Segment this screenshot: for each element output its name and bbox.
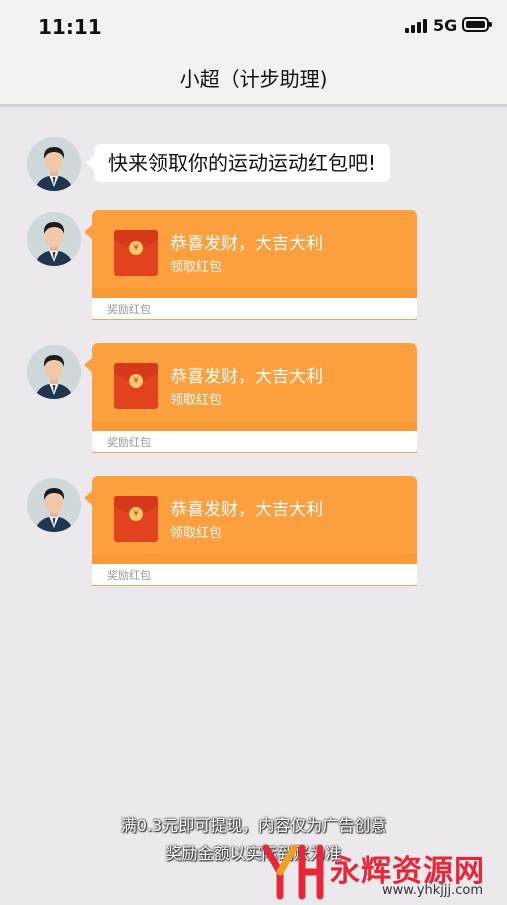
status-time: 11:11 bbox=[38, 15, 102, 39]
red-envelope-card[interactable]: ¥ 恭喜发财，大吉大利 领取红包 奖励红包 bbox=[84, 343, 417, 453]
page-title: 小超（计步助理) bbox=[179, 67, 328, 91]
envelope-body: ¥ 恭喜发财，大吉大利 领取红包 bbox=[84, 476, 417, 564]
envelope-title: 恭喜发财，大吉大利 bbox=[170, 367, 323, 387]
envelope-footer: 奖励红包 bbox=[107, 569, 151, 582]
red-envelope-icon: ¥ bbox=[114, 230, 158, 276]
red-envelope-card[interactable]: ¥ 恭喜发财，大吉大利 领取红包 奖励红包 bbox=[84, 476, 417, 586]
envelope-footer: 奖励红包 bbox=[107, 303, 151, 316]
status-bar: 11:11 5G bbox=[0, 0, 507, 52]
envelope-subtitle: 领取红包 bbox=[170, 526, 223, 541]
envelope-title: 恭喜发财，大吉大利 bbox=[170, 234, 323, 254]
network-type: 5G bbox=[433, 16, 458, 35]
signal-bars-icon bbox=[405, 19, 429, 33]
greeting-message: 快来领取你的运动运动红包吧! bbox=[85, 144, 391, 182]
red-envelope-icon: ¥ bbox=[114, 496, 158, 542]
envelope-body: ¥ 恭喜发财，大吉大利 领取红包 bbox=[84, 210, 417, 298]
envelope-subtitle: 领取红包 bbox=[170, 393, 223, 408]
assistant-avatar[interactable] bbox=[27, 345, 81, 399]
watermark-url: www.yhkjjj.com bbox=[382, 883, 484, 898]
red-envelope-icon: ¥ bbox=[114, 363, 158, 409]
envelope-footer: 奖励红包 bbox=[107, 436, 151, 449]
battery-icon bbox=[462, 17, 492, 32]
assistant-avatar[interactable] bbox=[27, 212, 81, 266]
envelope-body: ¥ 恭喜发财，大吉大利 领取红包 bbox=[84, 343, 417, 431]
envelope-subtitle: 领取红包 bbox=[170, 260, 223, 275]
envelope-title: 恭喜发财，大吉大利 bbox=[170, 500, 323, 520]
nav-bar: 小超（计步助理) bbox=[0, 52, 507, 107]
red-envelope-card[interactable]: ¥ 恭喜发财，大吉大利 领取红包 奖励红包 bbox=[84, 210, 417, 320]
disclaimer-line: 满0.3元即可提现，内容仅为广告创意 bbox=[120, 816, 387, 835]
watermark-logo-icon bbox=[262, 844, 324, 900]
assistant-avatar[interactable] bbox=[27, 137, 81, 191]
assistant-avatar[interactable] bbox=[27, 478, 81, 532]
